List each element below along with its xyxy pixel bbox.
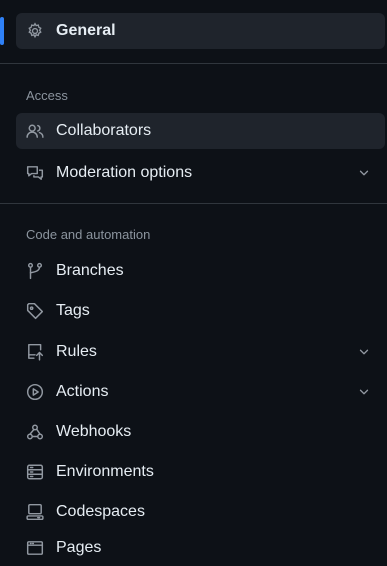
chevron-down-icon[interactable] (357, 385, 371, 399)
sidebar-item-label: Codespaces (56, 503, 145, 520)
sidebar-item-webhooks[interactable]: Webhooks (16, 414, 385, 450)
chevron-down-icon[interactable] (357, 345, 371, 359)
browser-icon (26, 539, 44, 557)
comment-discussion-icon (26, 164, 44, 182)
sidebar-item-label: Actions (56, 383, 109, 400)
settings-sidebar: General Access Collaborators Moderation … (0, 0, 387, 559)
sidebar-item-pages[interactable]: Pages (16, 530, 385, 566)
sidebar-item-moderation-options[interactable]: Moderation options (16, 155, 385, 191)
repo-push-icon (26, 343, 44, 361)
sidebar-item-rules[interactable]: Rules (16, 334, 385, 370)
codespaces-icon (26, 503, 44, 521)
section-title-access: Access (26, 88, 68, 103)
sidebar-item-label: Webhooks (56, 423, 132, 440)
sidebar-item-label: Tags (56, 302, 90, 319)
git-branch-icon (26, 262, 44, 280)
gear-icon (26, 22, 44, 40)
chevron-down-icon[interactable] (357, 166, 371, 180)
sidebar-item-label: Collaborators (56, 122, 152, 139)
sidebar-item-tags[interactable]: Tags (16, 293, 385, 329)
section-divider (0, 63, 387, 64)
sidebar-item-general[interactable]: General (16, 13, 385, 49)
people-icon (26, 122, 44, 140)
sidebar-item-codespaces[interactable]: Codespaces (16, 494, 385, 530)
server-icon (26, 463, 44, 481)
sidebar-item-collaborators[interactable]: Collaborators (16, 113, 385, 149)
sidebar-item-label: Branches (56, 262, 124, 279)
sidebar-item-branches[interactable]: Branches (16, 253, 385, 289)
active-indicator (0, 17, 4, 45)
sidebar-item-actions[interactable]: Actions (16, 374, 385, 410)
section-title-code-and-automation: Code and automation (26, 227, 151, 242)
sidebar-item-label: Pages (56, 539, 102, 556)
section-divider (0, 203, 387, 204)
sidebar-item-label: Rules (56, 343, 97, 360)
sidebar-item-label: General (56, 22, 116, 39)
sidebar-item-environments[interactable]: Environments (16, 454, 385, 490)
sidebar-item-label: Environments (56, 463, 154, 480)
sidebar-item-label: Moderation options (56, 164, 193, 181)
tag-icon (26, 302, 44, 320)
webhook-icon (26, 423, 44, 441)
play-icon (26, 383, 44, 401)
